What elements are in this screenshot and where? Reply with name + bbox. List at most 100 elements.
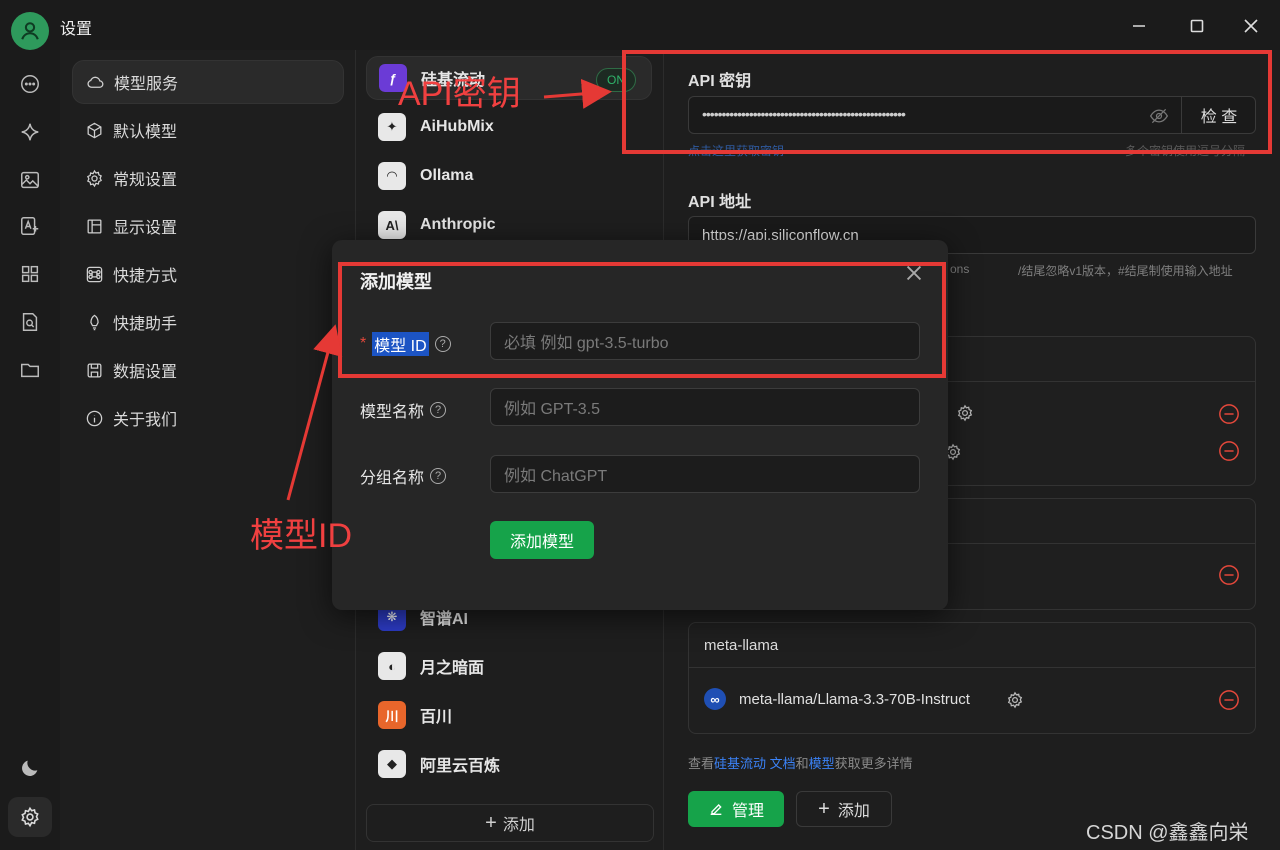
- group-name-label-row: 分组名称 ?: [360, 464, 447, 488]
- menu-item-8[interactable]: 关于我们: [72, 396, 344, 440]
- menu-item-1[interactable]: 模型服务: [72, 60, 344, 104]
- sparkle-icon: [21, 123, 39, 141]
- title-bar: [0, 0, 1280, 50]
- window-title: 设置: [60, 21, 93, 38]
- menu-item-3[interactable]: 常规设置: [72, 156, 344, 200]
- model-id-highlight-box: [338, 262, 946, 378]
- model-name-label: 模型名称: [360, 404, 425, 421]
- remove-model-icon[interactable]: [1218, 440, 1240, 462]
- rocket-icon: [84, 312, 104, 332]
- folder-icon: [21, 363, 39, 378]
- group-name-input[interactable]: 例如 ChatGPT: [490, 455, 920, 493]
- menu-item-label: 数据设置: [113, 364, 178, 381]
- api-url-title: API 地址: [688, 194, 752, 211]
- help-icon[interactable]: ?: [430, 468, 447, 484]
- provider-logo-icon: 川: [378, 701, 406, 729]
- layout-icon: [84, 216, 104, 236]
- plus-icon: +: [818, 797, 830, 820]
- menu-item-5[interactable]: 快捷方式: [72, 252, 344, 296]
- provider-logo-icon: ◠: [378, 162, 406, 190]
- provider-item-6[interactable]: ◐ 月之暗面: [366, 644, 652, 688]
- provider-logo-icon: ◐: [378, 652, 406, 680]
- group-name: meta-llama: [704, 637, 779, 654]
- gear-icon: [21, 806, 39, 828]
- apps-nav[interactable]: [16, 260, 44, 288]
- chat-bubble-icon: [21, 75, 39, 93]
- settings-nav[interactable]: [8, 797, 52, 837]
- manage-label: 管理: [731, 803, 764, 820]
- meta-logo-icon: ∞: [704, 688, 726, 710]
- provider-item-3[interactable]: ◠ Ollama: [366, 154, 652, 198]
- provider-item-7[interactable]: 川百川: [366, 693, 652, 737]
- remove-model-icon[interactable]: [1218, 403, 1240, 425]
- submit-add-model-button[interactable]: 添加模型: [490, 521, 594, 559]
- knowledge-nav[interactable]: [16, 308, 44, 336]
- agents-nav[interactable]: [16, 118, 44, 146]
- chat-nav[interactable]: [16, 70, 44, 98]
- provider-label: Anthropic: [420, 216, 496, 233]
- user-avatar[interactable]: [11, 12, 49, 50]
- model-settings-icon[interactable]: [956, 404, 974, 422]
- close-icon: [1244, 19, 1258, 33]
- translate-icon: [21, 217, 39, 235]
- footer-mid: 和: [795, 756, 809, 771]
- help-icon[interactable]: ?: [430, 402, 447, 418]
- watermark: CSDN @鑫鑫向栄: [1086, 822, 1249, 844]
- model-name-label-row: 模型名称 ?: [360, 398, 447, 422]
- menu-item-label: 快捷方式: [113, 268, 178, 285]
- provider-item-8[interactable]: ◆ 阿里云百炼: [366, 742, 652, 786]
- remove-model-icon[interactable]: [1218, 689, 1240, 711]
- footer-suffix: 获取更多详情: [834, 756, 913, 771]
- minimize-button[interactable]: [1125, 12, 1153, 40]
- provider-label: Ollama: [420, 167, 474, 184]
- gear-icon: [84, 168, 104, 188]
- menu-item-label: 默认模型: [113, 124, 178, 141]
- command-icon: [84, 264, 104, 284]
- api-key-highlight-box: [622, 50, 1272, 154]
- translate-nav[interactable]: [16, 212, 44, 240]
- menu-item-2[interactable]: 默认模型: [72, 108, 344, 152]
- menu-item-label: 关于我们: [113, 412, 178, 429]
- provider-logo-icon: ✦: [378, 113, 406, 141]
- models-link[interactable]: 模型: [809, 756, 835, 771]
- provider-logo-icon: A\: [378, 211, 406, 239]
- maximize-icon: [1190, 19, 1204, 33]
- add-model-label: 添加: [837, 803, 870, 820]
- maximize-button[interactable]: [1183, 12, 1211, 40]
- docs-link[interactable]: 硅基流动 文档: [714, 756, 796, 771]
- moon-icon: [22, 760, 38, 776]
- model-settings-icon[interactable]: [1006, 691, 1024, 709]
- model-id-annotation: 模型ID: [250, 517, 352, 555]
- grid-icon: [21, 265, 39, 283]
- close-window-button[interactable]: [1237, 12, 1265, 40]
- minimize-icon: [1133, 25, 1145, 27]
- files-nav[interactable]: [16, 356, 44, 384]
- menu-item-7[interactable]: 数据设置: [72, 348, 344, 392]
- provider-logo-icon: ◆: [378, 750, 406, 778]
- menu-item-6[interactable]: 快捷助手: [72, 300, 344, 344]
- provider-label: 阿里云百炼: [420, 758, 501, 775]
- model-group-card-meta: meta-llama ∞ meta-llama/Llama-3.3-70B-In…: [688, 622, 1256, 734]
- remove-model-icon[interactable]: [1218, 564, 1240, 586]
- edit-icon: [710, 804, 722, 815]
- document-search-icon: [22, 313, 38, 331]
- menu-item-4[interactable]: 显示设置: [72, 204, 344, 248]
- api-url-hint: /结尾忽略v1版本，#结尾制使用输入地址: [1018, 264, 1233, 278]
- group-name-placeholder: 例如 ChatGPT: [504, 468, 608, 485]
- api-url-hint-left: ons: [950, 262, 970, 276]
- model-name-input[interactable]: 例如 GPT-3.5: [490, 388, 920, 426]
- cloud-icon: [85, 72, 105, 92]
- docs-footer-text: 查看硅基流动 文档和模型获取更多详情: [688, 753, 913, 772]
- menu-item-label: 常规设置: [113, 172, 178, 189]
- api-key-annotation: API密钥: [398, 75, 521, 113]
- menu-item-label: 快捷助手: [113, 316, 178, 333]
- add-provider-button[interactable]: + 添加: [366, 804, 654, 842]
- group-name-label: 分组名称: [360, 470, 425, 487]
- provider-label: 百川: [420, 709, 453, 726]
- add-model-button[interactable]: + 添加: [796, 791, 892, 827]
- cube-icon: [84, 120, 104, 140]
- manage-models-button[interactable]: 管理: [688, 791, 784, 827]
- image-nav[interactable]: [16, 166, 44, 194]
- theme-toggle[interactable]: [16, 754, 44, 782]
- footer-prefix: 查看: [688, 756, 715, 771]
